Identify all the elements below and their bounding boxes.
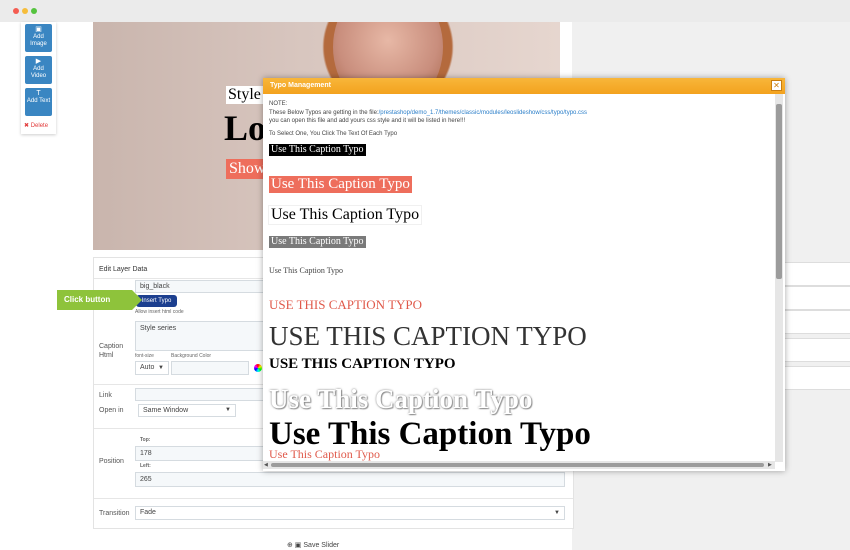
typo-css-path: /prestashop/demo_1.7/themes/classic/modu… [378, 110, 588, 116]
typo-option[interactable]: Use This Caption Typo [269, 144, 366, 156]
window-titlebar [0, 0, 850, 22]
typo-option[interactable]: Use This Caption Typo [269, 206, 422, 224]
modal-body: NOTE: These Below Typos are getting in t… [263, 94, 776, 462]
close-icon[interactable]: ✕ [771, 80, 782, 91]
delete-icon: ✖ [24, 123, 30, 129]
position-left-input[interactable]: 265 [135, 472, 565, 487]
vertical-scroll-thumb[interactable] [776, 104, 782, 279]
edit-layer-title: Edit Layer Data [99, 266, 148, 273]
horizontal-scrollbar[interactable]: ◀ ▶ [263, 461, 775, 469]
typo-option[interactable]: Use This Caption Typo [269, 447, 380, 462]
insert-typo-button[interactable]: Insert Typo [136, 295, 177, 307]
preview-layer-big[interactable]: Lo [224, 108, 266, 148]
top-label: Top: [140, 437, 151, 443]
position-label: Position [99, 458, 124, 465]
window-maximize-dot[interactable] [31, 8, 37, 14]
vertical-scrollbar[interactable] [775, 94, 783, 462]
left-label: Left: [140, 463, 151, 469]
delete-button[interactable]: ✖ Delete [24, 122, 48, 129]
save-icon: ⊕ ▣ [287, 542, 302, 549]
typo-option[interactable]: Use This Caption Typo [269, 297, 422, 313]
note-heading: NOTE: [269, 101, 288, 107]
chevron-down-icon: ▼ [554, 510, 560, 516]
transition-select[interactable]: Fade ▼ [135, 506, 565, 520]
scroll-right-icon[interactable]: ▶ [768, 462, 772, 468]
caption-label: Caption Html [99, 343, 124, 359]
chevron-down-icon: ▼ [225, 407, 231, 413]
allow-html-note: Allow insert html code [135, 309, 184, 315]
background-color-input[interactable] [171, 361, 249, 375]
horizontal-scroll-thumb[interactable] [271, 463, 764, 467]
modal-title: Typo Management [270, 82, 331, 89]
typo-option[interactable]: Use This Caption Typo [269, 356, 456, 373]
typo-option[interactable]: Use This Caption Typo [269, 321, 587, 352]
link-label: Link [99, 392, 112, 399]
add-video-button[interactable]: ▶ Add Video [25, 56, 52, 84]
typo-management-modal: Typo Management ✕ NOTE: These Below Typo… [263, 78, 785, 471]
note-line-1: These Below Typos are getting in the fil… [269, 110, 588, 116]
window-minimize-dot[interactable] [22, 8, 28, 14]
typo-option[interactable]: Use This Caption Typo [269, 266, 343, 275]
save-slider-button[interactable]: ⊕ ▣ Save Slider [287, 541, 339, 549]
typo-option[interactable]: Use This Caption Typo [269, 236, 366, 248]
image-icon: ▣ [35, 26, 42, 33]
background-color-label: Background Color [171, 353, 212, 359]
transition-label: Transition [99, 510, 130, 517]
preview-layer-style[interactable]: Style [226, 86, 263, 104]
modal-header: Typo Management ✕ [263, 78, 785, 94]
click-button-callout: Click button [57, 290, 142, 310]
font-size-label: font-size [135, 353, 154, 359]
window-close-dot[interactable] [13, 8, 19, 14]
typo-option[interactable]: Use This Caption Typo [269, 384, 532, 415]
instruction-text: To Select One, You Click The Text Of Eac… [269, 131, 398, 137]
chevron-down-icon: ▼ [158, 365, 164, 371]
layer-toolbar: ▣ Add Image ▶ Add Video T Add Text ✖ Del… [21, 22, 56, 134]
add-image-button[interactable]: ▣ Add Image [25, 24, 52, 52]
open-in-select[interactable]: Same Window ▼ [138, 404, 236, 417]
note-line-2: you can open this file and add yours css… [269, 118, 466, 124]
divider [94, 498, 573, 499]
open-in-label: Open in [99, 407, 124, 414]
text-icon: T [36, 90, 41, 97]
color-picker-icon[interactable] [254, 364, 262, 372]
scroll-left-icon[interactable]: ◀ [264, 462, 268, 468]
add-text-button[interactable]: T Add Text [25, 88, 52, 116]
typo-option[interactable]: Use This Caption Typo [269, 176, 412, 193]
font-size-select[interactable]: Auto ▼ [135, 361, 169, 375]
video-icon: ▶ [35, 58, 42, 65]
